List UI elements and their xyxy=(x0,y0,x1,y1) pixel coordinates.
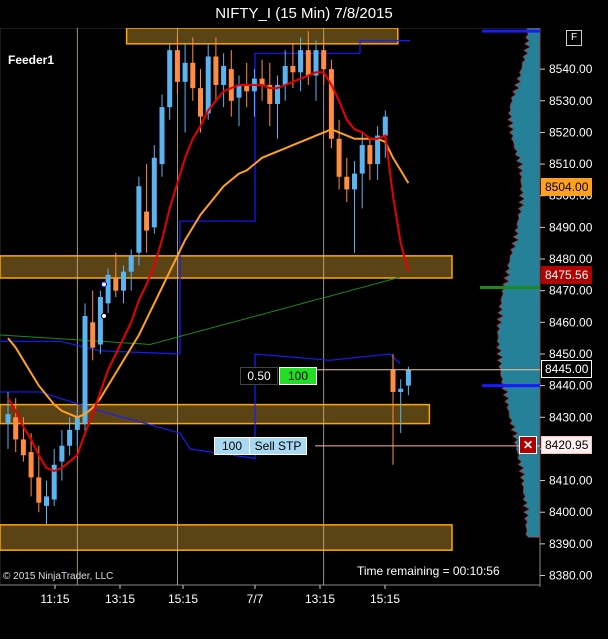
y-tick-label: 8470.00 xyxy=(549,284,593,298)
zone-box-1 xyxy=(0,255,453,279)
candle-body xyxy=(205,56,211,114)
y-tick-label: 8430.00 xyxy=(549,410,593,424)
green-step-line xyxy=(0,276,401,346)
y-tick-label: 8510.00 xyxy=(549,157,593,171)
candle-body xyxy=(290,65,296,73)
stop-qty-label[interactable]: 100 xyxy=(214,437,250,455)
signal-dot xyxy=(101,281,107,288)
candle-body xyxy=(359,145,365,174)
candle-body xyxy=(298,50,304,73)
candle-body xyxy=(105,274,111,304)
candle-body xyxy=(113,278,119,291)
y-tick-label: 8490.00 xyxy=(549,220,593,234)
candle-body xyxy=(44,496,49,506)
candle-body xyxy=(390,369,396,392)
cancel-order-icon[interactable]: ✕ xyxy=(519,436,537,454)
x-tick-label: 15:15 xyxy=(370,592,400,606)
candle-body xyxy=(151,157,157,228)
candle-body xyxy=(167,50,173,108)
zone-box-0 xyxy=(125,27,399,45)
candle-body xyxy=(67,429,73,446)
candle-body xyxy=(20,439,26,456)
ema-price-tag: 8475.56 xyxy=(541,266,593,284)
y-tick-label: 8450.00 xyxy=(549,347,593,361)
x-tick-label: 13:15 xyxy=(305,592,335,606)
candle-body xyxy=(128,255,134,272)
candle-body xyxy=(367,145,373,165)
y-tick-label: 8480.00 xyxy=(549,252,593,266)
x-tick-label: 11:15 xyxy=(40,592,69,606)
y-tick-label: 8410.00 xyxy=(549,474,593,488)
candle-body xyxy=(305,50,311,76)
candle-body xyxy=(90,322,96,348)
blue-upper-line xyxy=(0,40,410,355)
candle-body xyxy=(82,315,88,424)
y-tick-label: 8400.00 xyxy=(549,505,593,519)
candle-body xyxy=(213,56,219,85)
panel-label: Feeder1 xyxy=(8,53,55,67)
candle-body xyxy=(198,88,203,117)
zone-box-3 xyxy=(0,524,453,551)
signal-dot xyxy=(101,312,107,319)
chart-title: NIFTY_I (15 Min) 7/8/2015 xyxy=(0,0,608,28)
candle-body xyxy=(344,176,350,190)
candle-body xyxy=(13,417,19,440)
candle-body xyxy=(144,211,150,231)
candle-body xyxy=(228,69,234,101)
candle-body xyxy=(282,65,288,85)
copyright-text: © 2015 NinjaTrader, LLC xyxy=(3,571,114,582)
sma-price-tag: 8504.00 xyxy=(541,178,593,196)
y-tick-label: 8380.00 xyxy=(549,569,593,583)
fill-qty-label[interactable]: 100 xyxy=(279,367,317,385)
zone-box-2 xyxy=(0,403,431,425)
candle-body xyxy=(74,417,80,430)
candle-body xyxy=(36,477,42,503)
x-tick-label: 7/7 xyxy=(247,592,264,606)
stop-price-tag: 8420.95 xyxy=(541,436,593,454)
volume-profile xyxy=(496,27,541,538)
candle-body xyxy=(28,452,34,478)
candle-body xyxy=(136,186,142,253)
candle-body xyxy=(236,84,242,98)
candle-body xyxy=(121,271,126,291)
y-tick-label: 8390.00 xyxy=(549,537,593,551)
candle-body xyxy=(182,62,188,82)
candle-body xyxy=(5,414,11,424)
candle-body xyxy=(405,369,411,386)
candle-body xyxy=(159,107,165,165)
candle-body xyxy=(382,116,388,136)
last-price-tag: 8445.00 xyxy=(541,360,593,378)
candle-body xyxy=(321,50,327,70)
candle-body xyxy=(336,138,342,177)
time-remaining: Time remaining = 00:10:56 xyxy=(357,564,500,578)
y-tick-label: 8460.00 xyxy=(549,315,593,329)
f-toggle-button[interactable]: F xyxy=(566,30,582,46)
x-tick-label: 15:15 xyxy=(168,592,198,606)
candle-body xyxy=(221,65,227,85)
candle-body xyxy=(174,50,180,82)
y-tick-label: 8520.00 xyxy=(549,125,593,139)
candle-body xyxy=(59,445,65,462)
y-tick-label: 8540.00 xyxy=(549,62,593,76)
y-tick-label: 8530.00 xyxy=(549,94,593,108)
x-tick-label: 13:15 xyxy=(105,592,135,606)
y-tick-label: 8440.00 xyxy=(549,379,593,393)
chart-canvas: 8380.008390.008400.008410.008420.008430.… xyxy=(0,27,593,606)
candle-body xyxy=(398,388,404,392)
limit-qty-label[interactable]: 0.50 xyxy=(240,367,278,385)
candle-body xyxy=(97,297,103,345)
stop-order-label[interactable]: Sell STP xyxy=(249,437,307,455)
candle-body xyxy=(352,173,357,190)
candle-body xyxy=(190,62,196,89)
